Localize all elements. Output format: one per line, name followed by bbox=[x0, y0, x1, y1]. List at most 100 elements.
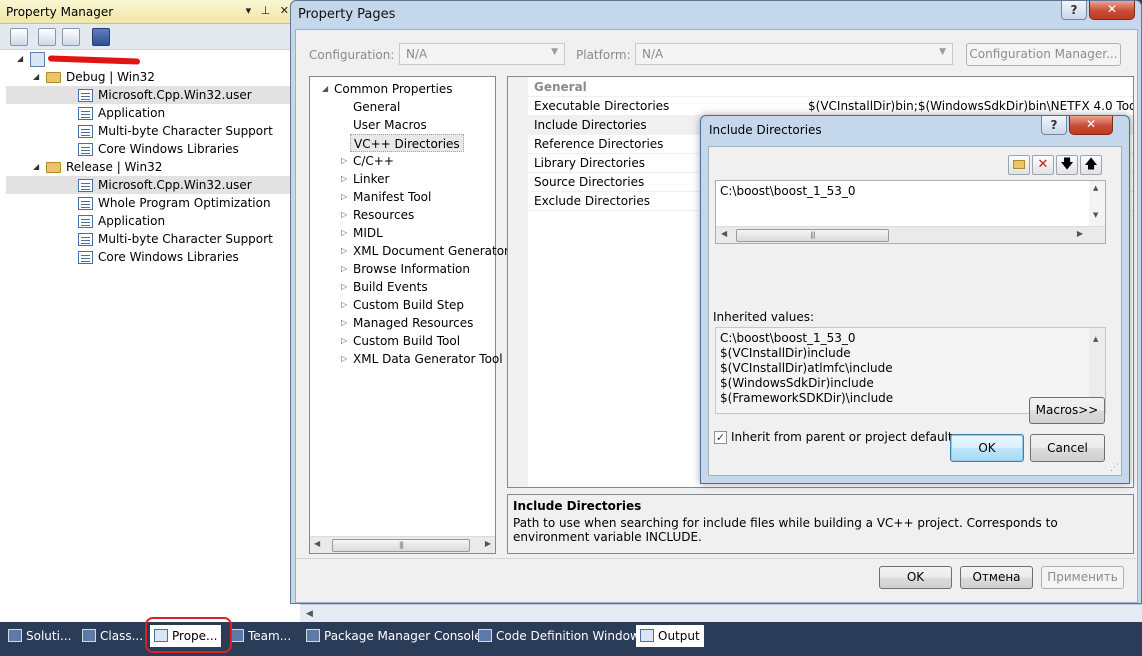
configuration-manager-button[interactable]: Configuration Manager... bbox=[966, 43, 1121, 66]
grid-row[interactable]: Executable Directories $(VCInstallDir)bin… bbox=[528, 97, 1133, 116]
tree-item-label: Multi-byte Character Support bbox=[98, 232, 273, 246]
grid-section-header[interactable]: General bbox=[528, 78, 1133, 97]
tree-item[interactable]: ◢ Debug | Win32 bbox=[0, 68, 290, 86]
category-item[interactable]: VC++ Directories bbox=[350, 134, 464, 152]
expand-icon[interactable]: ▷ bbox=[341, 314, 347, 332]
tree-item[interactable]: Multi-byte Character Support bbox=[6, 122, 296, 140]
tree-item[interactable]: Microsoft.Cpp.Win32.user bbox=[6, 86, 296, 104]
tree-item[interactable]: Whole Program Optimization bbox=[6, 194, 296, 212]
move-up-icon[interactable]: 🡅 bbox=[1080, 155, 1102, 175]
tool-window-tab[interactable]: Code Definition Window bbox=[478, 625, 640, 647]
list-horizontal-scrollbar[interactable]: ◀ ||| ▶ bbox=[716, 226, 1105, 243]
resize-grip-icon[interactable]: ⋰ bbox=[1110, 463, 1119, 473]
category-item[interactable]: ▷ Custom Build Tool bbox=[341, 332, 460, 350]
grid-row-name: Reference Directories bbox=[534, 137, 664, 151]
category-item[interactable]: ▷ Custom Build Step bbox=[341, 296, 464, 314]
expand-icon[interactable]: ▷ bbox=[341, 350, 347, 368]
expand-icon[interactable]: ▷ bbox=[341, 278, 347, 296]
scroll-right-icon[interactable]: ▶ bbox=[1077, 229, 1083, 238]
expand-icon[interactable]: ▷ bbox=[341, 188, 347, 206]
include-directories-list[interactable]: C:\boost\boost_1_53_0 ▲ ▼ ◀ ||| ▶ bbox=[715, 180, 1106, 244]
scroll-right-icon[interactable]: ▶ bbox=[485, 539, 491, 548]
category-item[interactable]: General bbox=[353, 98, 400, 116]
scroll-up-icon[interactable]: ▲ bbox=[1093, 184, 1098, 192]
expand-icon[interactable]: ▷ bbox=[341, 170, 347, 188]
category-item[interactable]: ▷ Resources bbox=[341, 206, 414, 224]
expand-icon[interactable]: ▷ bbox=[341, 242, 347, 260]
expander-icon[interactable]: ◢ bbox=[33, 158, 39, 176]
category-item[interactable]: ▷ XML Document Generator bbox=[341, 242, 509, 260]
tree-item[interactable]: ◢ bbox=[0, 50, 290, 68]
category-item[interactable]: ▷ Browse Information bbox=[341, 260, 470, 278]
scroll-left-icon[interactable]: ◀ bbox=[314, 539, 320, 548]
category-item[interactable]: ◢ Common Properties bbox=[322, 80, 453, 98]
category-item[interactable]: ▷ Linker bbox=[341, 170, 389, 188]
close-button[interactable]: ✕ bbox=[1089, 1, 1135, 20]
expand-icon[interactable]: ▷ bbox=[341, 296, 347, 314]
collapse-icon[interactable]: ◢ bbox=[322, 80, 328, 98]
category-item[interactable]: ▷ Managed Resources bbox=[341, 314, 473, 332]
category-item[interactable]: ▷ Build Events bbox=[341, 278, 428, 296]
tool-window-tab[interactable]: Team... bbox=[230, 625, 291, 647]
ok-button[interactable]: OK bbox=[950, 434, 1024, 462]
apply-button[interactable]: Применить bbox=[1041, 566, 1124, 589]
category-item[interactable]: ▷ MIDL bbox=[341, 224, 383, 242]
tree-item-label: Core Windows Libraries bbox=[98, 142, 239, 156]
property-sheet-icon[interactable] bbox=[62, 28, 80, 46]
tool-window-tab[interactable]: Soluti... bbox=[8, 625, 71, 647]
category-item[interactable]: ▷ XML Data Generator Tool bbox=[341, 350, 503, 368]
tree-item[interactable]: Core Windows Libraries bbox=[6, 248, 296, 266]
help-button[interactable]: ? bbox=[1041, 116, 1067, 135]
tree-item[interactable]: Application bbox=[6, 104, 296, 122]
help-button[interactable]: ? bbox=[1061, 1, 1087, 20]
tree-item[interactable]: Multi-byte Character Support bbox=[6, 230, 296, 248]
new-line-icon[interactable] bbox=[1008, 155, 1030, 175]
panel-title-controls[interactable]: ▾ ⊥ ✕ bbox=[246, 4, 292, 17]
scroll-left-icon[interactable]: ◀ bbox=[306, 609, 313, 619]
platform-select[interactable]: N/A ▼ bbox=[635, 43, 953, 65]
tree-item[interactable]: Core Windows Libraries bbox=[6, 140, 296, 158]
inherit-checkbox-label[interactable]: Inherit from parent or project defaults bbox=[731, 430, 959, 444]
category-item[interactable]: User Macros bbox=[353, 116, 427, 134]
save-icon[interactable] bbox=[92, 28, 110, 46]
tree-item[interactable]: ◢ Release | Win32 bbox=[0, 158, 290, 176]
expand-icon[interactable]: ▷ bbox=[341, 332, 347, 350]
delete-icon[interactable]: ✕ bbox=[1032, 155, 1054, 175]
configuration-select[interactable]: N/A ▼ bbox=[399, 43, 565, 65]
scroll-up-icon[interactable]: ▲ bbox=[1093, 332, 1098, 347]
expander-icon[interactable]: ◢ bbox=[33, 68, 39, 86]
tree-item[interactable]: Microsoft.Cpp.Win32.user bbox=[6, 176, 296, 194]
inherited-value: $(VCInstallDir)include bbox=[720, 346, 851, 360]
category-item[interactable]: ▷ C/C++ bbox=[341, 152, 394, 170]
tree-item[interactable]: Application bbox=[6, 212, 296, 230]
macros-button[interactable]: Macros>> bbox=[1029, 397, 1105, 424]
grid-row-value: $(VCInstallDir)bin;$(WindowsSdkDir)bin\N… bbox=[808, 99, 1133, 113]
add-existing-sheet-icon[interactable] bbox=[38, 28, 56, 46]
directory-entry[interactable]: C:\boost\boost_1_53_0 bbox=[720, 184, 856, 198]
expander-icon[interactable]: ◢ bbox=[17, 50, 23, 68]
category-item[interactable]: ▷ Manifest Tool bbox=[341, 188, 431, 206]
cancel-button[interactable]: Отмена bbox=[960, 566, 1033, 589]
expand-icon[interactable]: ▷ bbox=[341, 224, 347, 242]
tool-window-tab[interactable]: Package Manager Console bbox=[306, 625, 482, 647]
tool-window-tab[interactable]: Class... bbox=[82, 625, 143, 647]
add-new-sheet-icon[interactable] bbox=[10, 28, 28, 46]
tool-window-tab[interactable]: Output bbox=[636, 625, 704, 647]
category-tree-scrollbar[interactable]: ◀ ||| ▶ bbox=[310, 536, 495, 553]
move-down-icon[interactable]: 🡇 bbox=[1056, 155, 1078, 175]
scrollbar-thumb[interactable]: ||| bbox=[736, 229, 889, 242]
scroll-left-icon[interactable]: ◀ bbox=[721, 229, 727, 238]
ok-button[interactable]: OK bbox=[879, 566, 952, 589]
close-button[interactable]: ✕ bbox=[1069, 116, 1113, 135]
scroll-down-icon[interactable]: ▼ bbox=[1093, 211, 1098, 219]
expand-icon[interactable]: ▷ bbox=[341, 152, 347, 170]
expand-icon[interactable]: ▷ bbox=[341, 260, 347, 278]
list-vertical-scrollbar[interactable]: ▲ ▼ bbox=[1089, 181, 1105, 226]
scrollbar-thumb[interactable]: ||| bbox=[332, 539, 470, 552]
cancel-button[interactable]: Cancel bbox=[1030, 434, 1105, 462]
category-item-label: User Macros bbox=[353, 118, 427, 132]
tool-window-tab-label: Package Manager Console bbox=[324, 629, 482, 643]
platform-label: Platform: bbox=[576, 48, 631, 62]
expand-icon[interactable]: ▷ bbox=[341, 206, 347, 224]
inherit-checkbox[interactable]: ✓ bbox=[714, 431, 727, 444]
